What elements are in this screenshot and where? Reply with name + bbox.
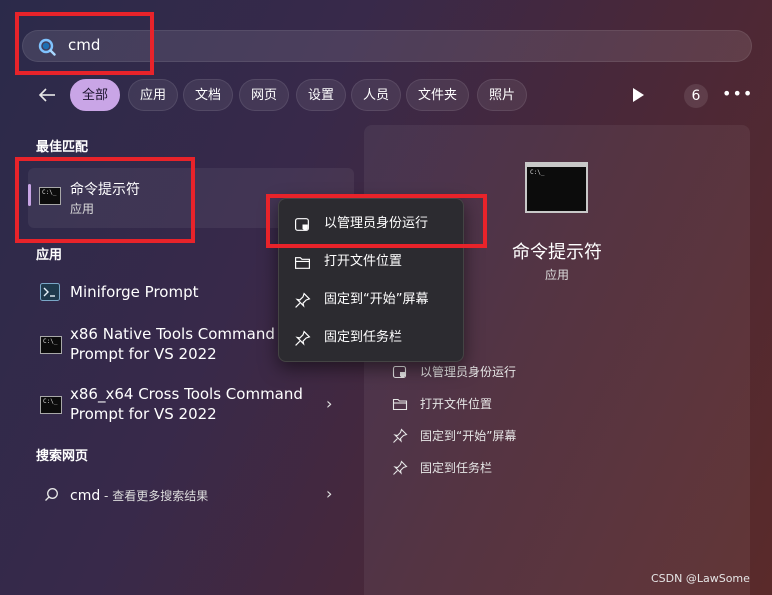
- command-prompt-icon: [40, 336, 62, 354]
- app-item-label: Miniforge Prompt: [70, 283, 199, 301]
- best-match-heading: 最佳匹配: [36, 140, 89, 155]
- app-item-label-line1: x86 Native Tools Command: [70, 325, 275, 343]
- chevron-right-icon[interactable]: ›: [326, 484, 332, 503]
- filter-chip-apps[interactable]: 应用: [128, 79, 179, 111]
- preview-action-label: 固定到“开始”屏幕: [420, 429, 517, 443]
- app-item-label-line2: Prompt for VS 2022: [70, 405, 217, 423]
- filter-chip-web[interactable]: 网页: [239, 79, 290, 111]
- pin-icon: [393, 428, 408, 443]
- web-search-query: cmd: [70, 488, 101, 504]
- filter-chip-documents[interactable]: 文档: [183, 79, 234, 111]
- highlight-box-search: [15, 12, 154, 75]
- highlight-box-best-match: [15, 157, 195, 243]
- highlight-box-run-as-admin: [266, 194, 487, 248]
- context-menu-label: 固定到“开始”屏幕: [324, 292, 429, 307]
- result-count-badge[interactable]: 6: [684, 84, 708, 108]
- search-web-heading: 搜索网页: [36, 449, 89, 464]
- context-menu-label: 打开文件位置: [324, 254, 403, 269]
- ellipsis-icon[interactable]: •••: [722, 84, 752, 104]
- context-menu-item-pin-start[interactable]: 固定到“开始”屏幕: [286, 284, 456, 316]
- filter-chip-photos[interactable]: 照片: [477, 79, 528, 111]
- filter-chip-folders[interactable]: 文件夹: [406, 79, 470, 111]
- folder-icon: [392, 398, 408, 411]
- preview-action-label: 打开文件位置: [420, 397, 493, 411]
- back-button[interactable]: [36, 84, 60, 106]
- preview-action-open-location[interactable]: 打开文件位置: [392, 396, 592, 414]
- chevron-right-icon[interactable]: ›: [326, 394, 332, 413]
- preview-action-pin-taskbar[interactable]: 固定到任务栏: [392, 460, 592, 478]
- web-search-item[interactable]: cmd - 查看更多搜索结果 ›: [28, 479, 354, 511]
- preview-action-label: 以管理员身份运行: [420, 365, 517, 379]
- context-menu-label: 固定到任务栏: [324, 330, 403, 345]
- play-icon[interactable]: [631, 87, 645, 103]
- filter-chip-settings[interactable]: 设置: [296, 79, 347, 111]
- pin-icon: [295, 330, 311, 346]
- shield-icon: [392, 365, 407, 379]
- apps-heading: 应用: [36, 248, 63, 263]
- command-prompt-icon: [40, 396, 62, 414]
- search-icon: [45, 488, 58, 501]
- preview-action-run-as-admin[interactable]: 以管理员身份运行: [392, 364, 592, 382]
- app-item-label-line2: Prompt for VS 2022: [70, 345, 217, 363]
- command-prompt-large-icon-titlebar: [525, 162, 588, 167]
- pin-icon: [295, 292, 311, 308]
- command-prompt-large-icon-text: C:\_: [530, 169, 545, 176]
- context-menu-item-pin-taskbar[interactable]: 固定到任务栏: [286, 322, 456, 354]
- folder-icon: [295, 257, 310, 269]
- preview-action-pin-start[interactable]: 固定到“开始”屏幕: [392, 428, 592, 446]
- watermark: CSDN @LawSome: [651, 572, 750, 585]
- app-item-x86-x64-cross[interactable]: x86_x64 Cross Tools Command Prompt for V…: [28, 382, 354, 426]
- pin-icon: [393, 460, 408, 475]
- context-menu-item-open-location[interactable]: 打开文件位置: [286, 246, 456, 278]
- filter-chip-people[interactable]: 人员: [351, 79, 402, 111]
- filter-chip-all[interactable]: 全部: [70, 79, 121, 111]
- preview-action-label: 固定到任务栏: [420, 461, 493, 475]
- terminal-icon: [40, 283, 60, 301]
- web-search-suffix: - 查看更多搜索结果: [100, 489, 209, 503]
- app-item-label-line1: x86_x64 Cross Tools Command: [70, 385, 303, 403]
- arrow-left-icon: [38, 88, 55, 102]
